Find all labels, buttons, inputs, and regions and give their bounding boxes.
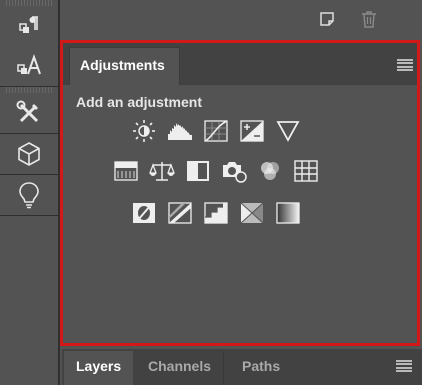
photo-filter-button[interactable]: [221, 159, 247, 183]
dock-grip[interactable]: [6, 0, 52, 6]
learn-group: [0, 175, 58, 216]
character-icon: [16, 54, 42, 78]
panel-dock-strip: [0, 0, 60, 385]
threshold-icon: [204, 202, 228, 224]
brightness-contrast-button[interactable]: [131, 119, 157, 143]
adjustment-row-3: [131, 201, 301, 225]
add-adjustment-heading: Add an adjustment: [76, 94, 203, 110]
vibrance-button[interactable]: [275, 119, 301, 143]
panel-menu-icon[interactable]: [397, 59, 413, 71]
curves-icon: [204, 120, 228, 142]
learn-panel-button[interactable]: [7, 175, 51, 215]
tools-icon: [16, 100, 42, 126]
trash-icon[interactable]: [360, 10, 378, 28]
channel-mixer-icon: [258, 159, 282, 183]
vibrance-icon: [276, 120, 300, 142]
curves-button[interactable]: [203, 119, 229, 143]
new-layer-icon[interactable]: [318, 10, 336, 28]
posterize-icon: [168, 202, 192, 224]
posterize-button[interactable]: [167, 201, 193, 225]
black-white-icon: [186, 160, 210, 182]
paragraph-icon: [17, 14, 41, 38]
tools-group: [0, 93, 58, 134]
adjustments-tab-bar: Adjustments: [63, 43, 417, 85]
exposure-button[interactable]: [239, 119, 265, 143]
character-panel-button[interactable]: [7, 46, 51, 86]
photo-filter-icon: [221, 159, 247, 183]
color-lookup-icon: [294, 160, 318, 182]
3d-panel-button[interactable]: [7, 134, 51, 174]
exposure-icon: [240, 120, 264, 142]
text-tools-group: [0, 6, 58, 87]
selective-color-button[interactable]: [239, 201, 265, 225]
layers-panel-menu-icon[interactable]: [396, 360, 412, 372]
gradient-map-button[interactable]: [275, 201, 301, 225]
paragraph-panel-button[interactable]: [7, 6, 51, 46]
tool-presets-button[interactable]: [7, 93, 51, 133]
brightness-contrast-icon: [132, 119, 156, 143]
hue-saturation-icon: [114, 160, 138, 182]
levels-icon: [167, 120, 193, 142]
black-white-button[interactable]: [185, 159, 211, 183]
color-balance-button[interactable]: [149, 159, 175, 183]
color-lookup-button[interactable]: [293, 159, 319, 183]
lightbulb-icon: [17, 181, 41, 209]
3d-group: [0, 134, 58, 175]
invert-icon: [132, 202, 156, 224]
hue-saturation-button[interactable]: [113, 159, 139, 183]
threshold-button[interactable]: [203, 201, 229, 225]
tab-adjustments[interactable]: Adjustments: [69, 47, 180, 85]
panel-top-toolbar: [62, 0, 422, 38]
gradient-map-icon: [276, 202, 300, 224]
dock-grip-2[interactable]: [6, 87, 52, 93]
color-balance-icon: [149, 160, 175, 182]
tab-channels[interactable]: Channels: [136, 351, 225, 385]
selective-color-icon: [240, 202, 264, 224]
tab-paths[interactable]: Paths: [230, 351, 292, 385]
adjustment-row-2: [113, 159, 319, 183]
3d-cube-icon: [16, 141, 42, 167]
adjustment-row-1: [131, 119, 301, 143]
invert-button[interactable]: [131, 201, 157, 225]
levels-button[interactable]: [167, 119, 193, 143]
channel-mixer-button[interactable]: [257, 159, 283, 183]
tab-layers[interactable]: Layers: [64, 351, 134, 385]
adjustments-panel: Adjustments Add an adjustment: [60, 40, 420, 346]
layers-panel-tab-bar: Layers Channels Paths: [62, 349, 422, 385]
